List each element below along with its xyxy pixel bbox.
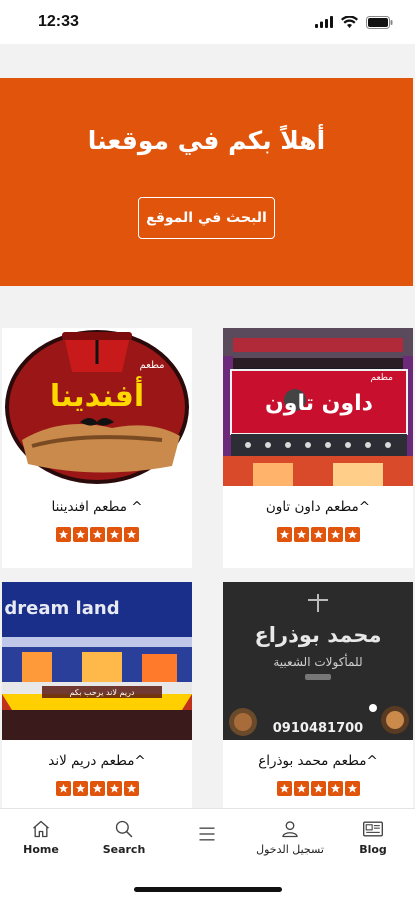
signal-icon <box>315 16 333 28</box>
nav-label: Blog <box>359 843 387 856</box>
rating-stars <box>2 781 192 796</box>
sign-sub-text: للمأكولات الشعبية <box>273 653 362 670</box>
star-icon <box>89 527 105 542</box>
home-indicator[interactable] <box>134 887 282 892</box>
restaurant-image[interactable]: مطعم أفندينا <box>2 328 192 486</box>
restaurant-name[interactable]: ^مطعم محمد بوذراع <box>223 753 413 769</box>
star-icon <box>55 781 71 796</box>
battery-icon <box>366 15 393 29</box>
restaurant-image[interactable]: مطعم داون تاون <box>223 328 413 486</box>
restaurant-card[interactable]: dream land دريم لاند يرحب بكم ^مطعم دريم… <box>2 582 192 808</box>
site-search-button[interactable]: البحث في الموقع <box>138 197 275 239</box>
star-icon <box>123 781 139 796</box>
sign-small-text: مطعم <box>370 373 393 383</box>
hero-banner: أهلاً بكم في موقعنا البحث في الموقع <box>0 78 413 286</box>
star-icon <box>327 781 343 796</box>
star-icon <box>293 781 309 796</box>
sign-main-text: محمد بوذراع <box>254 623 381 647</box>
hero-title: أهلاً بكم في موقعنا <box>87 126 326 155</box>
star-icon <box>293 527 309 542</box>
star-icon <box>310 781 326 796</box>
rating-stars <box>2 527 192 542</box>
status-time: 12:33 <box>38 13 79 30</box>
sign-main-text: داون تاون <box>265 391 373 416</box>
star-icon <box>106 781 122 796</box>
blog-icon <box>363 821 383 837</box>
sign-main-text: أفندينا <box>50 376 144 414</box>
restaurant-name[interactable]: ^مطعم دريم لاند <box>2 753 192 769</box>
home-icon <box>33 820 49 838</box>
star-icon <box>344 781 360 796</box>
star-icon <box>55 527 71 542</box>
menu-icon <box>199 827 215 841</box>
restaurant-name[interactable]: ^مطعم داون تاون <box>223 499 413 515</box>
rating-stars <box>223 527 413 542</box>
star-icon <box>344 527 360 542</box>
nav-label: Search <box>102 843 146 856</box>
star-icon <box>106 527 122 542</box>
restaurant-image[interactable]: dream land دريم لاند يرحب بكم <box>2 582 192 740</box>
restaurant-card[interactable]: مطعم أفندينا ^ مطعم افنديننا <box>2 328 192 568</box>
star-icon <box>123 527 139 542</box>
star-icon <box>89 781 105 796</box>
nav-item-search[interactable]: Search <box>84 819 164 856</box>
star-icon <box>276 527 292 542</box>
nav-item-blog[interactable]: Blog <box>333 819 413 856</box>
sign-small-text: مطعم <box>139 360 164 371</box>
sign-main-text: dream land <box>4 598 119 619</box>
nav-label: تسجيل الدخول <box>256 843 324 856</box>
user-icon <box>282 821 298 838</box>
nav-label: Home <box>23 843 59 856</box>
nav-item-home[interactable]: Home <box>1 819 81 856</box>
star-icon <box>310 527 326 542</box>
status-icons <box>315 15 393 29</box>
star-icon <box>72 781 88 796</box>
restaurant-card[interactable]: مطعم داون تاون ^مطعم داون تاون <box>223 328 413 568</box>
wifi-icon <box>341 16 358 28</box>
nav-item-menu[interactable] <box>167 825 247 843</box>
app-screen: 12:33 أهلاً بكم في موقعنا البحث في الموق <box>0 0 415 900</box>
star-icon <box>72 527 88 542</box>
sign-banner-text: دريم لاند يرحب بكم <box>69 688 134 697</box>
star-icon <box>327 527 343 542</box>
rating-stars <box>223 781 413 796</box>
nav-item-login[interactable]: تسجيل الدخول <box>250 819 330 856</box>
restaurant-name[interactable]: ^ مطعم افنديننا <box>2 499 192 515</box>
sign-phone-text: 0910481700 <box>273 721 363 736</box>
star-icon <box>276 781 292 796</box>
status-bar: 12:33 <box>0 0 415 44</box>
restaurant-card[interactable]: محمد بوذراع للمأكولات الشعبية 0910481700… <box>223 582 413 808</box>
restaurant-image[interactable]: محمد بوذراع للمأكولات الشعبية 0910481700 <box>223 582 413 740</box>
search-icon <box>115 820 133 838</box>
